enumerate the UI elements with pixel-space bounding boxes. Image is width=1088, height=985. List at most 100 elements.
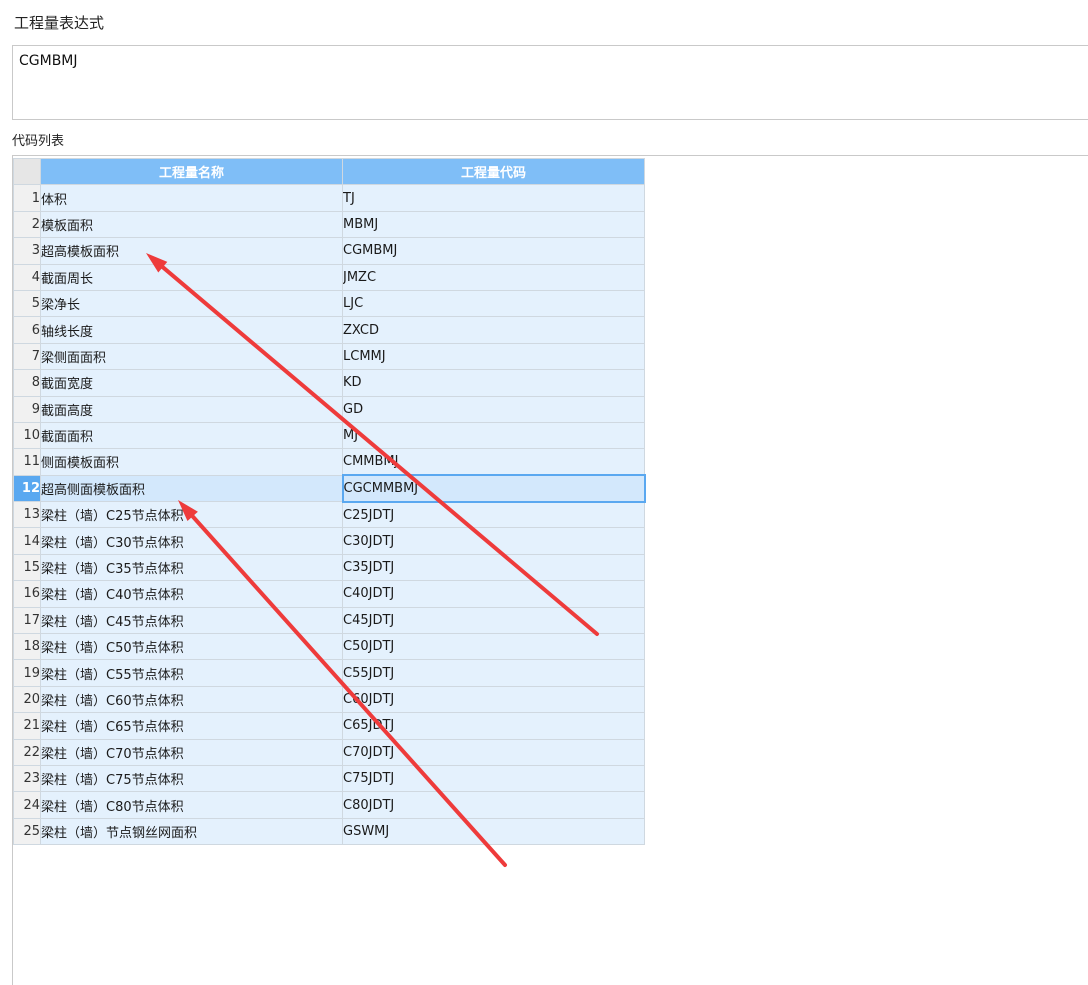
row-number[interactable]: 7 bbox=[13, 342, 41, 371]
quantity-name-cell[interactable]: 截面高度 bbox=[40, 395, 343, 423]
quantity-code-cell[interactable]: C35JDTJ bbox=[342, 553, 645, 582]
row-number[interactable]: 19 bbox=[13, 659, 41, 687]
row-number[interactable]: 11 bbox=[13, 448, 41, 476]
quantity-code-cell[interactable]: TJ bbox=[342, 184, 645, 212]
table-row[interactable]: 6 轴线长度 ZXCD bbox=[13, 316, 645, 344]
table-row[interactable]: 23 梁柱（墙）C75节点体积 C75JDTJ bbox=[13, 764, 645, 793]
row-number[interactable]: 10 bbox=[13, 421, 41, 450]
quantity-name-cell[interactable]: 模板面积 bbox=[40, 210, 343, 239]
quantity-name-cell[interactable]: 梁柱（墙）C40节点体积 bbox=[40, 580, 343, 608]
quantity-name-cell[interactable]: 梁柱（墙）C35节点体积 bbox=[40, 553, 343, 582]
table-row[interactable]: 11 侧面模板面积 CMMBMJ bbox=[13, 448, 645, 476]
quantity-name-cell[interactable]: 梁柱（墙）C50节点体积 bbox=[40, 633, 343, 661]
quantity-name-cell[interactable]: 截面面积 bbox=[40, 421, 343, 450]
quantity-code-cell[interactable]: ZXCD bbox=[342, 316, 645, 344]
table-row[interactable]: 14 梁柱（墙）C30节点体积 C30JDTJ bbox=[13, 527, 645, 555]
row-number[interactable]: 3 bbox=[13, 237, 41, 265]
row-number[interactable]: 5 bbox=[13, 289, 41, 318]
table-row[interactable]: 3 超高模板面积 CGMBMJ bbox=[13, 237, 645, 265]
quantity-code-cell[interactable]: C75JDTJ bbox=[342, 764, 645, 793]
quantity-name-cell[interactable]: 超高侧面模板面积 bbox=[40, 474, 343, 503]
row-number[interactable]: 4 bbox=[13, 263, 41, 291]
quantity-name-cell[interactable]: 梁柱（墙）节点钢丝网面积 bbox=[40, 817, 343, 846]
table-row[interactable]: 5 梁净长 LJC bbox=[13, 289, 645, 318]
quantity-name-cell[interactable]: 超高模板面积 bbox=[40, 237, 343, 265]
quantity-name-cell[interactable]: 梁柱（墙）C80节点体积 bbox=[40, 791, 343, 819]
quantity-name-cell[interactable]: 梁柱（墙）C60节点体积 bbox=[40, 685, 343, 714]
table-row[interactable]: 21 梁柱（墙）C65节点体积 C65JDTJ bbox=[13, 712, 645, 740]
quantity-code-cell[interactable]: C40JDTJ bbox=[342, 580, 645, 608]
table-row[interactable]: 2 模板面积 MBMJ bbox=[13, 210, 645, 239]
quantity-code-cell[interactable]: C60JDTJ bbox=[342, 685, 645, 714]
expression-field[interactable]: CGMBMJ bbox=[12, 45, 1088, 120]
quantity-code-cell[interactable]: C65JDTJ bbox=[342, 712, 645, 740]
table-row[interactable]: 10 截面面积 MJ bbox=[13, 421, 645, 450]
table-row[interactable]: 9 截面高度 GD bbox=[13, 395, 645, 423]
table-row[interactable]: 12 超高侧面模板面积 CGCMMBMJ bbox=[13, 474, 646, 503]
table-row[interactable]: 22 梁柱（墙）C70节点体积 C70JDTJ bbox=[13, 738, 645, 766]
table-row[interactable]: 15 梁柱（墙）C35节点体积 C35JDTJ bbox=[13, 553, 645, 582]
quantity-name-cell[interactable]: 梁净长 bbox=[40, 289, 343, 318]
row-number[interactable]: 21 bbox=[13, 712, 41, 740]
table-row[interactable]: 24 梁柱（墙）C80节点体积 C80JDTJ bbox=[13, 791, 645, 819]
row-number[interactable]: 1 bbox=[13, 184, 41, 212]
quantity-code-cell[interactable]: C30JDTJ bbox=[342, 527, 645, 555]
quantity-name-cell[interactable]: 截面宽度 bbox=[40, 369, 343, 397]
table-row[interactable]: 7 梁侧面面积 LCMMJ bbox=[13, 342, 645, 371]
quantity-name-cell[interactable]: 侧面模板面积 bbox=[40, 448, 343, 476]
row-number[interactable]: 15 bbox=[13, 553, 41, 582]
row-number[interactable]: 12 bbox=[13, 474, 41, 503]
quantity-code-cell[interactable]: LJC bbox=[342, 289, 645, 318]
quantity-name-cell[interactable]: 体积 bbox=[40, 184, 343, 212]
table-row[interactable]: 25 梁柱（墙）节点钢丝网面积 GSWMJ bbox=[13, 817, 645, 846]
quantity-code-cell[interactable]: MJ bbox=[342, 421, 645, 450]
quantity-name-cell[interactable]: 截面周长 bbox=[40, 263, 343, 291]
quantity-code-cell[interactable]: C50JDTJ bbox=[342, 633, 645, 661]
quantity-code-cell[interactable]: C70JDTJ bbox=[342, 738, 645, 766]
table-row[interactable]: 8 截面宽度 KD bbox=[13, 369, 645, 397]
quantity-name-cell[interactable]: 梁柱（墙）C45节点体积 bbox=[40, 606, 343, 635]
quantity-name-cell[interactable]: 梁柱（墙）C25节点体积 bbox=[40, 501, 343, 529]
table-row[interactable]: 20 梁柱（墙）C60节点体积 C60JDTJ bbox=[13, 685, 645, 714]
quantity-code-cell[interactable]: C25JDTJ bbox=[342, 501, 645, 529]
table-row[interactable]: 1 体积 TJ bbox=[13, 184, 645, 212]
row-number[interactable]: 24 bbox=[13, 791, 41, 819]
row-number[interactable]: 25 bbox=[13, 817, 41, 846]
table-row[interactable]: 17 梁柱（墙）C45节点体积 C45JDTJ bbox=[13, 606, 645, 635]
quantity-code-cell[interactable]: MBMJ bbox=[342, 210, 645, 239]
quantity-code-cell[interactable]: CGCMMBMJ bbox=[341, 474, 646, 503]
row-number[interactable]: 13 bbox=[13, 501, 41, 529]
table-row[interactable]: 4 截面周长 JMZC bbox=[13, 263, 645, 291]
quantity-code-cell[interactable]: CGMBMJ bbox=[342, 237, 645, 265]
quantity-code-cell[interactable]: C80JDTJ bbox=[342, 791, 645, 819]
column-header-name[interactable]: 工程量名称 bbox=[40, 157, 343, 186]
quantity-name-cell[interactable]: 轴线长度 bbox=[40, 316, 343, 344]
table-row[interactable]: 13 梁柱（墙）C25节点体积 C25JDTJ bbox=[13, 501, 645, 529]
quantity-code-cell[interactable]: KD bbox=[342, 369, 645, 397]
quantity-name-cell[interactable]: 梁侧面面积 bbox=[40, 342, 343, 371]
quantity-code-cell[interactable]: C45JDTJ bbox=[342, 606, 645, 635]
quantity-code-cell[interactable]: JMZC bbox=[342, 263, 645, 291]
row-number[interactable]: 23 bbox=[13, 764, 41, 793]
quantity-code-cell[interactable]: CMMBMJ bbox=[342, 448, 645, 476]
row-number[interactable]: 22 bbox=[13, 738, 41, 766]
quantity-name-cell[interactable]: 梁柱（墙）C55节点体积 bbox=[40, 659, 343, 687]
table-row[interactable]: 16 梁柱（墙）C40节点体积 C40JDTJ bbox=[13, 580, 645, 608]
quantity-code-cell[interactable]: GD bbox=[342, 395, 645, 423]
row-number[interactable]: 9 bbox=[13, 395, 41, 423]
table-row[interactable]: 18 梁柱（墙）C50节点体积 C50JDTJ bbox=[13, 633, 645, 661]
quantity-name-cell[interactable]: 梁柱（墙）C65节点体积 bbox=[40, 712, 343, 740]
row-number[interactable]: 2 bbox=[13, 210, 41, 239]
row-number[interactable]: 20 bbox=[13, 685, 41, 714]
row-number[interactable]: 14 bbox=[13, 527, 41, 555]
table-row[interactable]: 19 梁柱（墙）C55节点体积 C55JDTJ bbox=[13, 659, 645, 687]
row-number[interactable]: 8 bbox=[13, 369, 41, 397]
row-number[interactable]: 17 bbox=[13, 606, 41, 635]
quantity-name-cell[interactable]: 梁柱（墙）C75节点体积 bbox=[40, 764, 343, 793]
quantity-code-cell[interactable]: LCMMJ bbox=[342, 342, 645, 371]
row-number[interactable]: 16 bbox=[13, 580, 41, 608]
row-number[interactable]: 18 bbox=[13, 633, 41, 661]
quantity-name-cell[interactable]: 梁柱（墙）C70节点体积 bbox=[40, 738, 343, 766]
quantity-name-cell[interactable]: 梁柱（墙）C30节点体积 bbox=[40, 527, 343, 555]
quantity-code-cell[interactable]: C55JDTJ bbox=[342, 659, 645, 687]
